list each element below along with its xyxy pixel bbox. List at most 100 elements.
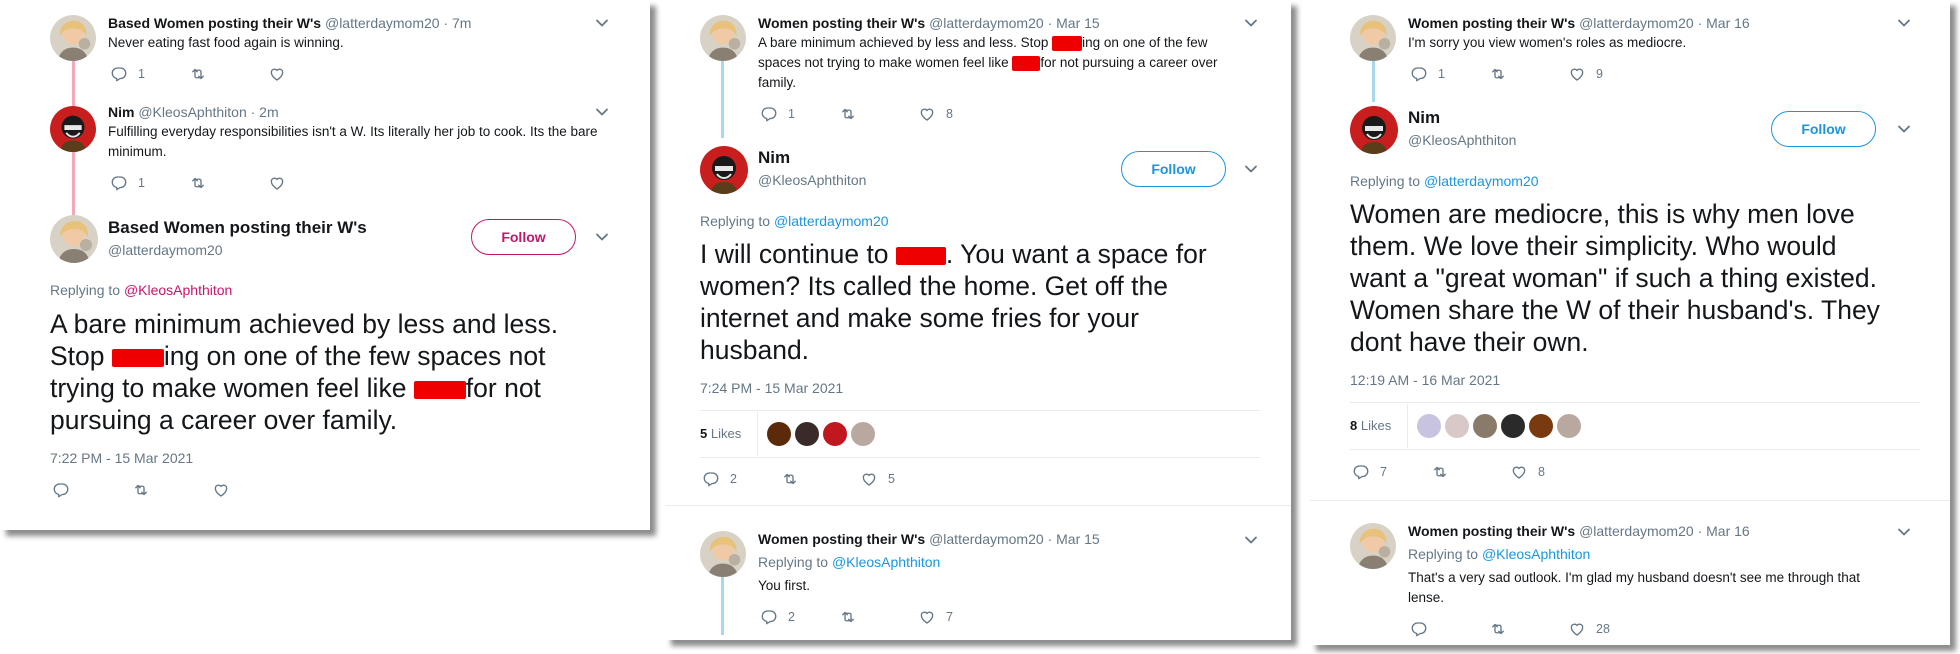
timestamp[interactable]: · Mar 15 xyxy=(1048,15,1100,31)
timestamp[interactable]: · 7m xyxy=(443,15,471,31)
chevron-down-icon[interactable] xyxy=(1243,15,1259,31)
reply-button[interactable]: 1 xyxy=(1410,65,1445,83)
timestamp[interactable]: · Mar 16 xyxy=(1698,523,1750,539)
retweet-button[interactable] xyxy=(781,470,799,488)
retweet-button[interactable] xyxy=(132,481,150,499)
chevron-down-icon[interactable] xyxy=(1243,532,1259,548)
liker-avatar[interactable] xyxy=(1473,414,1497,438)
chevron-down-icon[interactable] xyxy=(1896,524,1912,540)
follow-button[interactable]: Follow xyxy=(1771,111,1876,147)
reply-button[interactable]: 7 xyxy=(1352,463,1387,481)
like-button[interactable]: 7 xyxy=(918,608,953,626)
reply-button[interactable]: 2 xyxy=(702,470,737,488)
replying-to: Replying to @KleosAphthiton xyxy=(1408,546,1590,562)
text-fragment: spaces not trying to make women feel lik… xyxy=(758,55,1013,70)
liker-avatar[interactable] xyxy=(767,422,791,446)
like-button[interactable]: 28 xyxy=(1568,620,1610,638)
reply-button[interactable]: 1 xyxy=(110,65,145,83)
handle[interactable]: @latterdaymom20 xyxy=(325,15,440,31)
thread-panel-3: Women posting their W's @latterdaymom20 … xyxy=(1310,0,1950,645)
display-name[interactable]: Women posting their W's xyxy=(758,531,925,547)
chevron-down-icon[interactable] xyxy=(594,15,610,31)
reply-button[interactable]: 2 xyxy=(760,608,795,626)
display-name[interactable]: Nim xyxy=(1408,108,1440,128)
handle[interactable]: @latterdaymom20 xyxy=(1579,523,1694,539)
tweet-line: trying to make women feel like for not xyxy=(50,372,630,404)
mention-link[interactable]: @latterdaymom20 xyxy=(774,213,889,229)
tweet-timestamp[interactable]: 7:22 PM - 15 Mar 2021 xyxy=(50,450,193,466)
display-name[interactable]: Based Women posting their W's xyxy=(108,218,367,238)
follow-button[interactable]: Follow xyxy=(471,219,576,255)
mention-link[interactable]: @latterdaymom20 xyxy=(1424,173,1539,189)
retweet-button[interactable] xyxy=(1431,463,1449,481)
timestamp[interactable]: · 2m xyxy=(251,104,279,120)
display-name[interactable]: Women posting their W's xyxy=(758,15,925,31)
display-name[interactable]: Nim xyxy=(758,148,790,168)
text-fragment: Stop xyxy=(50,341,112,371)
handle[interactable]: @latterdaymom20 xyxy=(1579,15,1694,31)
avatar[interactable] xyxy=(1350,15,1396,61)
like-button[interactable]: 8 xyxy=(1510,463,1545,481)
avatar[interactable] xyxy=(700,531,746,577)
display-name[interactable]: Nim xyxy=(108,104,134,120)
handle[interactable]: @latterdaymom20 xyxy=(108,242,223,258)
avatar[interactable] xyxy=(1350,106,1398,154)
liker-avatar[interactable] xyxy=(1501,414,1525,438)
like-button[interactable]: 5 xyxy=(860,470,895,488)
mention-link[interactable]: @KleosAphthiton xyxy=(832,554,940,570)
liker-avatar[interactable] xyxy=(1529,414,1553,438)
liker-avatar[interactable] xyxy=(851,422,875,446)
handle[interactable]: @latterdaymom20 xyxy=(929,531,1044,547)
reply-button[interactable]: 1 xyxy=(760,105,795,123)
chevron-down-icon[interactable] xyxy=(594,104,610,120)
chevron-down-icon[interactable] xyxy=(1896,15,1912,31)
retweet-button[interactable] xyxy=(189,174,207,192)
tweet-timestamp[interactable]: 7:24 PM - 15 Mar 2021 xyxy=(700,380,843,396)
avatar[interactable] xyxy=(50,215,98,263)
tweet-timestamp[interactable]: 12:19 AM - 16 Mar 2021 xyxy=(1350,372,1500,388)
handle[interactable]: @KleosAphthiton xyxy=(138,104,246,120)
mention-link[interactable]: @KleosAphthiton xyxy=(124,282,232,298)
redaction-mark xyxy=(895,247,946,265)
chevron-down-icon[interactable] xyxy=(594,229,610,245)
like-button[interactable] xyxy=(268,174,286,192)
reply-button[interactable]: 1 xyxy=(110,174,145,192)
handle[interactable]: @KleosAphthiton xyxy=(758,172,866,188)
chevron-down-icon[interactable] xyxy=(1896,121,1912,137)
retweet-button[interactable] xyxy=(839,105,857,123)
display-name[interactable]: Women posting their W's xyxy=(1408,15,1575,31)
avatar[interactable] xyxy=(1350,523,1396,569)
avatar[interactable] xyxy=(50,15,96,61)
retweet-button[interactable] xyxy=(189,65,207,83)
avatar[interactable] xyxy=(50,106,96,152)
retweet-button[interactable] xyxy=(1489,620,1507,638)
like-button[interactable] xyxy=(212,481,230,499)
retweet-icon xyxy=(189,65,207,83)
tweet-line: women? Its called the home. Get off the xyxy=(700,271,1168,301)
display-name[interactable]: Women posting their W's xyxy=(1408,523,1575,539)
retweet-button[interactable] xyxy=(1489,65,1507,83)
avatar[interactable] xyxy=(700,146,748,194)
timestamp[interactable]: · Mar 15 xyxy=(1048,531,1100,547)
avatar[interactable] xyxy=(700,15,746,61)
handle[interactable]: @KleosAphthiton xyxy=(1408,132,1516,148)
like-button[interactable]: 8 xyxy=(918,105,953,123)
display-name[interactable]: Based Women posting their W's xyxy=(108,15,321,31)
reply-button[interactable] xyxy=(1410,620,1428,638)
handle[interactable]: @latterdaymom20 xyxy=(929,15,1044,31)
liker-avatar[interactable] xyxy=(1445,414,1469,438)
chevron-down-icon[interactable] xyxy=(1243,161,1259,177)
follow-button[interactable]: Follow xyxy=(1121,151,1226,187)
likes-stat[interactable]: 8 Likes xyxy=(1350,418,1391,433)
retweet-button[interactable] xyxy=(839,608,857,626)
reply-button[interactable] xyxy=(52,481,70,499)
liker-avatar[interactable] xyxy=(1557,414,1581,438)
liker-avatar[interactable] xyxy=(823,422,847,446)
timestamp[interactable]: · Mar 16 xyxy=(1698,15,1750,31)
like-button[interactable] xyxy=(268,65,286,83)
likes-stat[interactable]: 5 Likes xyxy=(700,426,741,441)
liker-avatar[interactable] xyxy=(1417,414,1441,438)
mention-link[interactable]: @KleosAphthiton xyxy=(1482,546,1590,562)
liker-avatar[interactable] xyxy=(795,422,819,446)
like-button[interactable]: 9 xyxy=(1568,65,1603,83)
